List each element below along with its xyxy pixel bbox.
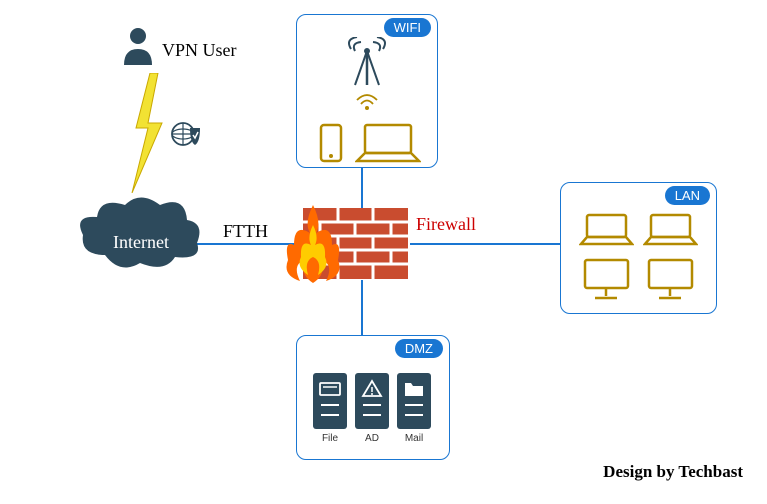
antenna-icon [345,37,389,92]
server-file-label: File [313,433,347,444]
server-ad-label: AD [355,433,389,444]
conn-wifi-firewall [361,167,363,212]
zone-tag-lan: LAN [665,186,710,205]
laptop-icon [355,123,421,170]
zone-lan: LAN [560,182,717,314]
globe-shield-icon [170,120,204,153]
vpn-user-icon [120,25,156,70]
credit-label: Design by Techbast [603,462,743,482]
wifi-signal-icon [355,93,379,118]
zone-tag-wifi: WIFI [384,18,431,37]
zone-dmz: DMZ File AD Mail [296,335,450,460]
zone-tag-dmz: DMZ [395,339,443,358]
vpn-user-label: VPN User [162,40,237,61]
laptop-icon-lan1 [579,213,634,252]
internet-label: Internet [113,232,169,253]
desktop-icon-lan2 [643,258,698,307]
laptop-icon-lan2 [643,213,698,252]
ftth-label: FTTH [223,221,268,242]
phone-icon [319,123,343,168]
flame-icon [282,205,344,290]
conn-firewall-dmz [361,280,363,335]
firewall-label: Firewall [416,214,476,235]
server-mail-label: Mail [397,433,431,444]
server-ad-icon [355,373,389,429]
server-file-icon [313,373,347,429]
conn-firewall-lan [410,243,560,245]
zone-wifi: WIFI [296,14,438,168]
lightning-icon [128,73,168,198]
desktop-icon-lan1 [579,258,634,307]
server-mail-icon [397,373,431,429]
